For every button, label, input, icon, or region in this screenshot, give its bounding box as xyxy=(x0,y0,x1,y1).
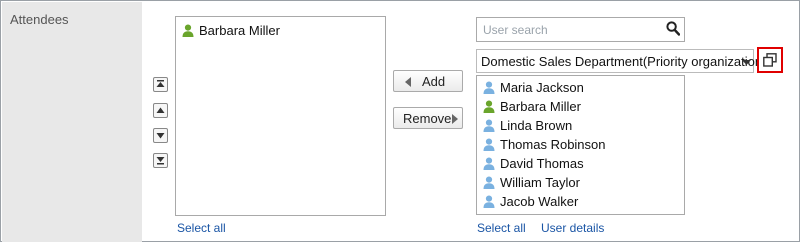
user-icon xyxy=(483,119,495,132)
move-to-top-button[interactable] xyxy=(153,77,168,92)
user-icon xyxy=(182,24,194,37)
remove-button[interactable]: Remove xyxy=(393,107,463,129)
user-name: Linda Brown xyxy=(500,118,573,133)
move-down-button[interactable] xyxy=(153,128,168,143)
field-label: Attendees xyxy=(10,12,69,27)
user-icon xyxy=(483,195,495,208)
user-name: William Taylor xyxy=(500,175,580,190)
user-name: David Thomas xyxy=(500,156,584,171)
organization-select[interactable]: Domestic Sales Department(Priority organ… xyxy=(476,49,766,73)
select-all-candidates-link[interactable]: Select all xyxy=(477,221,526,235)
user-icon xyxy=(483,176,495,189)
user-icon xyxy=(483,100,495,113)
user-name: Maria Jackson xyxy=(500,80,584,95)
selected-users-list[interactable]: Barbara Miller xyxy=(175,16,386,216)
user-name: Barbara Miller xyxy=(500,99,581,114)
search-icon[interactable] xyxy=(666,21,680,36)
copy-windows-icon xyxy=(763,53,777,67)
move-to-bottom-icon xyxy=(156,157,165,165)
user-name: Thomas Robinson xyxy=(500,137,606,152)
select-all-selected-link[interactable]: Select all xyxy=(177,221,226,235)
move-up-button[interactable] xyxy=(153,103,168,118)
user-icon xyxy=(483,81,495,94)
candidate-users-list[interactable]: Maria Jackson Barbara Miller Linda Brown… xyxy=(476,75,685,215)
attendees-panel: Attendees Barbara Miller Add Remove Dome… xyxy=(0,0,800,242)
arrow-right-icon xyxy=(452,114,458,124)
chevron-down-icon xyxy=(742,60,751,65)
user-details-link[interactable]: User details xyxy=(541,221,604,235)
user-icon xyxy=(483,157,495,170)
user-icon xyxy=(483,138,495,151)
move-to-top-icon xyxy=(156,80,165,87)
add-button[interactable]: Add xyxy=(393,70,463,92)
move-up-icon xyxy=(156,107,165,113)
user-search-input[interactable] xyxy=(476,17,685,42)
move-down-icon xyxy=(156,133,165,139)
user-name: Barbara Miller xyxy=(199,23,280,38)
label-column: Attendees xyxy=(2,2,142,242)
select-organization-button[interactable] xyxy=(757,47,783,73)
user-name: Jacob Walker xyxy=(500,194,579,209)
organization-selected: Domestic Sales Department(Priority organ… xyxy=(481,54,767,69)
move-to-bottom-button[interactable] xyxy=(153,153,168,168)
arrow-left-icon xyxy=(405,77,411,87)
